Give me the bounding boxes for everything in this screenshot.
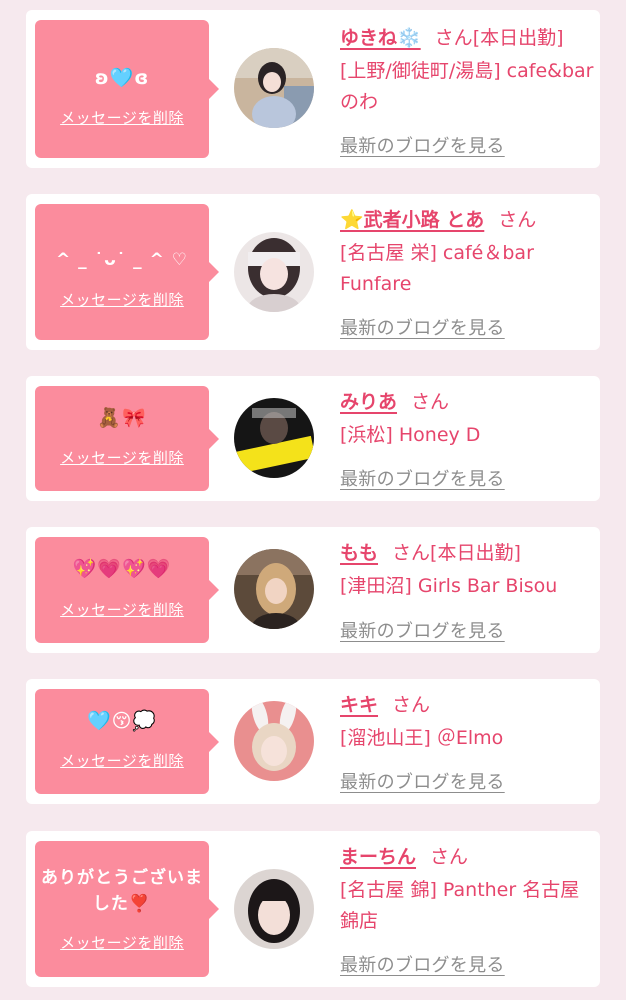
shop-info: [溜池山王] ＠Elmo xyxy=(340,727,504,749)
view-latest-blog-link[interactable]: 最新のブログを見る xyxy=(340,132,505,158)
view-latest-blog-link[interactable]: 最新のブログを見る xyxy=(340,314,505,340)
delete-message-link[interactable]: メッセージを削除 xyxy=(35,750,209,771)
message-bubble: ありがとうございました❣️ メッセージを削除 xyxy=(35,841,219,977)
message-text: ^ _ ˙ᴗ˙ _ ^ ♡ xyxy=(56,250,188,270)
cast-name-link[interactable]: キキ xyxy=(340,694,378,716)
view-latest-blog-link[interactable]: 最新のブログを見る xyxy=(340,768,505,794)
message-card: 💖💗💖💗 メッセージを削除 もも さん[本日出勤] [津田沼] Girls Bar… xyxy=(26,527,600,653)
work-status-badge: [本日出勤] xyxy=(472,27,564,49)
message-card: ありがとうございました❣️ メッセージを削除 まーちん さん [名古屋 錦] Pa… xyxy=(26,831,600,987)
cast-name-line: まーちん さん xyxy=(340,845,468,869)
message-card: ^ _ ˙ᴗ˙ _ ^ ♡ メッセージを削除 ⭐️武者小路 とあ さん [名古屋 … xyxy=(26,194,600,350)
cast-name-line: キキ さん xyxy=(340,693,430,717)
message-text: ʚ🩵ɞ xyxy=(94,67,150,89)
cast-name-link[interactable]: ゆきね❄️ xyxy=(340,27,421,49)
cast-name-link[interactable]: まーちん xyxy=(340,846,416,868)
view-latest-blog-link[interactable]: 最新のブログを見る xyxy=(340,465,505,491)
honorific: さん xyxy=(434,27,473,49)
delete-message-link[interactable]: メッセージを削除 xyxy=(35,447,209,468)
message-card: ʚ🩵ɞ メッセージを削除 ゆきね❄️ さん[本日出勤] [上野/御徒町/湯島] c… xyxy=(26,10,600,168)
message-text: ありがとうございました❣️ xyxy=(41,868,203,914)
honorific: さん xyxy=(411,391,450,413)
view-latest-blog-link[interactable]: 最新のブログを見る xyxy=(340,951,505,977)
delete-message-link[interactable]: メッセージを削除 xyxy=(35,289,209,310)
avatar[interactable] xyxy=(234,701,314,781)
avatar[interactable] xyxy=(234,232,314,312)
delete-message-link[interactable]: メッセージを削除 xyxy=(35,932,209,953)
message-card: 🩵😚💭 メッセージを削除 キキ さん [溜池山王] ＠Elmo 最新のブログを見る xyxy=(26,679,600,804)
honorific: さん xyxy=(392,542,431,564)
cast-name-line: みりあ さん xyxy=(340,390,449,414)
honorific: さん xyxy=(498,209,537,231)
shop-info: [上野/御徒町/湯島] cafe&bar のわ xyxy=(340,60,594,113)
shop-info: [名古屋 栄] café＆bar Funfare xyxy=(340,242,534,295)
cast-name-link[interactable]: もも xyxy=(340,542,378,564)
work-status-badge: [本日出勤] xyxy=(430,542,521,564)
shop-info: [名古屋 錦] Panther 名古屋錦店 xyxy=(340,879,580,932)
honorific: さん xyxy=(430,846,469,868)
avatar[interactable] xyxy=(234,869,314,949)
message-bubble: ʚ🩵ɞ メッセージを削除 xyxy=(35,20,219,158)
honorific: さん xyxy=(392,694,431,716)
delete-message-link[interactable]: メッセージを削除 xyxy=(35,107,209,128)
cast-name-line: ⭐️武者小路 とあ さん xyxy=(340,208,536,232)
message-bubble: 🧸🎀 メッセージを削除 xyxy=(35,386,219,491)
delete-message-link[interactable]: メッセージを削除 xyxy=(35,599,209,620)
shop-info: [浜松] Honey D xyxy=(340,424,481,446)
cast-name-line: もも さん[本日出勤] xyxy=(340,541,521,565)
cast-name-line: ゆきね❄️ さん[本日出勤] xyxy=(340,26,564,50)
message-bubble: 💖💗💖💗 メッセージを削除 xyxy=(35,537,219,643)
cast-name-link[interactable]: ⭐️武者小路 とあ xyxy=(340,209,484,231)
cast-name-link[interactable]: みりあ xyxy=(340,391,397,413)
avatar[interactable] xyxy=(234,48,314,128)
message-bubble: 🩵😚💭 メッセージを削除 xyxy=(35,689,219,794)
view-latest-blog-link[interactable]: 最新のブログを見る xyxy=(340,617,505,643)
avatar[interactable] xyxy=(234,549,314,629)
message-text: 🩵😚💭 xyxy=(86,710,158,732)
message-card: 🧸🎀 メッセージを削除 みりあ さん [浜松] Honey D 最新のブログを見る xyxy=(26,376,600,501)
avatar[interactable] xyxy=(234,398,314,478)
message-text: 💖💗💖💗 xyxy=(72,558,172,580)
shop-info: [津田沼] Girls Bar Bisou xyxy=(340,575,558,597)
message-bubble: ^ _ ˙ᴗ˙ _ ^ ♡ メッセージを削除 xyxy=(35,204,219,340)
message-text: 🧸🎀 xyxy=(97,407,147,429)
